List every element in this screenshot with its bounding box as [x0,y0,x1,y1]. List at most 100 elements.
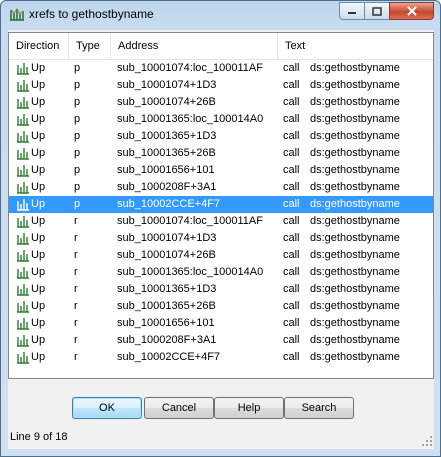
cell-text-mnemonic: call [283,62,300,74]
cell-text-mnemonic: call [283,317,300,329]
xref-up-icon [17,352,29,364]
xref-up-icon [17,284,29,296]
help-button[interactable]: Help [214,397,284,419]
cell-type: r [74,215,78,227]
cell-text-operand: ds:gethostbyname [310,215,400,227]
cell-type: r [74,317,78,329]
xref-up-icon [17,182,29,194]
cell-type: r [74,334,78,346]
ok-button[interactable]: OK [72,397,142,419]
cell-text-mnemonic: call [283,164,300,176]
cell-text-mnemonic: call [283,351,300,363]
table-row[interactable]: Up p sub_10001365+1D3 call ds:gethostbyname [9,128,433,145]
cell-address: sub_1000208F+3A1 [117,181,217,193]
cell-address: sub_10001365+26B [117,147,216,159]
list-header: Direction Type Address Text [9,33,433,60]
cell-text-operand: ds:gethostbyname [310,181,400,193]
cell-address: sub_10001656+101 [117,317,215,329]
cell-text-operand: ds:gethostbyname [310,147,400,159]
cell-address: sub_10001365+26B [117,300,216,312]
cell-address: sub_1000208F+3A1 [117,334,217,346]
table-row[interactable]: Up r sub_10001074+26B call ds:gethostbyname [9,247,433,264]
cell-text-operand: ds:gethostbyname [310,300,400,312]
xref-up-icon [17,97,29,109]
table-row[interactable]: Up r sub_10001365:loc_100014A0 call ds:getho… [9,264,433,281]
cell-type: p [74,113,81,125]
table-row[interactable]: Up p sub_10001365:loc_100014A0 call ds:getho… [9,111,433,128]
cell-text-operand: ds:gethostbyname [310,266,400,278]
window-title: xrefs to gethostbyname [29,7,154,21]
dialog-client: Direction Type Address Text Up p sub_10001… [8,30,434,449]
minimize-button[interactable] [339,2,365,20]
cell-text-operand: ds:gethostbyname [310,317,400,329]
column-header-address[interactable]: Address [111,33,278,59]
cell-type: p [74,62,81,74]
xref-up-icon [17,335,29,347]
title-bar[interactable]: xrefs to gethostbyname [1,1,440,28]
cell-direction: Up [31,198,46,210]
cell-type: r [74,249,78,261]
cell-text-mnemonic: call [283,130,300,142]
table-row[interactable]: Up r sub_10001365+1D3 call ds:gethostbyname [9,281,433,298]
xref-up-icon [17,63,29,75]
table-row[interactable]: Up p sub_10001074+26B call ds:gethostbyname [9,94,433,111]
xrefs-list[interactable]: Direction Type Address Text Up p sub_10001… [8,32,434,379]
cell-text-operand: ds:gethostbyname [310,232,400,244]
cell-direction: Up [31,147,46,159]
column-header-direction[interactable]: Direction [9,33,69,59]
table-row[interactable]: Up p sub_10001074:loc_100011AF call ds:getho… [9,60,433,77]
cell-direction: Up [31,266,46,278]
table-row[interactable]: Up r sub_10001365+26B call ds:gethostbyname [9,298,433,315]
cell-address: sub_10001074+26B [117,96,216,108]
xrefs-dialog: xrefs to gethostbyname Direction Type Ad… [0,0,441,457]
cancel-button[interactable]: Cancel [144,397,214,419]
table-row[interactable]: Up p sub_10002CCE+4F7 call ds:gethostbyname [9,196,433,213]
cell-type: p [74,130,81,142]
table-row[interactable]: Up r sub_10002CCE+4F7 call ds:gethostbyname [9,349,433,366]
search-button[interactable]: Search [284,397,354,419]
cell-text-mnemonic: call [283,79,300,91]
table-row[interactable]: Up p sub_10001656+101 call ds:gethostbyname [9,162,433,179]
cell-direction: Up [31,249,46,261]
cell-direction: Up [31,113,46,125]
cell-text-operand: ds:gethostbyname [310,62,400,74]
cell-type: p [74,147,81,159]
maximize-button[interactable] [364,2,390,20]
table-row[interactable]: Up r sub_10001074:loc_100011AF call ds:getho… [9,213,433,230]
column-header-text[interactable]: Text [278,33,433,59]
cell-type: p [74,164,81,176]
column-header-type[interactable]: Type [69,33,111,59]
cell-text-operand: ds:gethostbyname [310,164,400,176]
cell-direction: Up [31,351,46,363]
cell-type: p [74,79,81,91]
table-row[interactable]: Up r sub_1000208F+3A1 call ds:gethostbyname [9,332,433,349]
table-row[interactable]: Up p sub_1000208F+3A1 call ds:gethostbyname [9,179,433,196]
cell-text-mnemonic: call [283,215,300,227]
table-row[interactable]: Up p sub_10001365+26B call ds:gethostbyname [9,145,433,162]
xref-up-icon [17,148,29,160]
close-button[interactable] [389,2,434,20]
cell-direction: Up [31,62,46,74]
cell-direction: Up [31,334,46,346]
table-row[interactable]: Up r sub_10001656+101 call ds:gethostbyname [9,315,433,332]
table-row[interactable]: Up r sub_10001074+1D3 call ds:gethostbyname [9,230,433,247]
cell-type: r [74,232,78,244]
cell-direction: Up [31,164,46,176]
cell-address: sub_10001365:loc_100014A0 [117,113,264,125]
xref-up-icon [17,233,29,245]
cell-direction: Up [31,79,46,91]
cell-address: sub_10001365+1D3 [117,283,217,295]
cell-address: sub_10001074+26B [117,249,216,261]
close-icon [406,6,417,16]
resize-grip-icon[interactable] [421,435,433,447]
cell-text-mnemonic: call [283,232,300,244]
cell-type: r [74,351,78,363]
cell-type: p [74,198,81,210]
xref-up-icon [17,250,29,262]
xref-up-icon [17,199,29,211]
cell-direction: Up [31,130,46,142]
cell-text-mnemonic: call [283,96,300,108]
table-row[interactable]: Up p sub_10001074+1D3 call ds:gethostbyname [9,77,433,94]
cell-text-mnemonic: call [283,249,300,261]
cell-address: sub_10001656+101 [117,164,215,176]
